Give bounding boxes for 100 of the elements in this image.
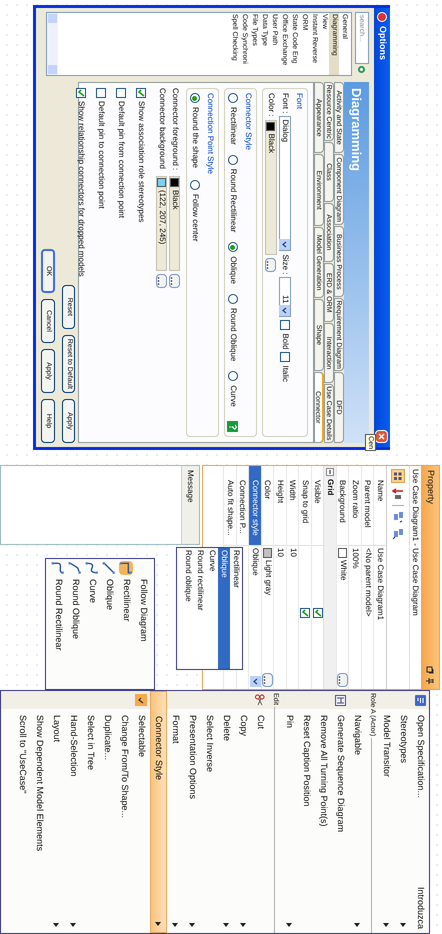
- submenu-arrow-icon: [224, 923, 230, 927]
- help-icon[interactable]: [228, 421, 238, 432]
- color-field[interactable]: (122, 207, 245): [156, 176, 168, 271]
- checkbox[interactable]: [116, 88, 126, 98]
- collapse-icon[interactable]: [392, 528, 404, 540]
- checkbox-label: Default pin to connection point: [96, 101, 107, 209]
- radio-button[interactable]: [228, 154, 238, 165]
- property-name[interactable]: Name: [374, 466, 386, 546]
- submenu-item[interactable]: Rectilinear: [118, 559, 135, 689]
- radio-button[interactable]: [228, 242, 238, 252]
- grid-view-icon[interactable]: [391, 469, 405, 483]
- menu-item[interactable]: Format: [167, 691, 184, 933]
- property-name[interactable]: Parent model: [362, 466, 374, 546]
- checkbox[interactable]: [312, 608, 323, 618]
- browse-button[interactable]: [337, 673, 348, 687]
- section-label: Grid: [325, 479, 336, 496]
- field-label: Font :: [280, 93, 291, 114]
- browse-button[interactable]: [156, 274, 168, 288]
- menu-item[interactable]: Model Transitor: [378, 691, 395, 933]
- radio-button[interactable]: [228, 93, 238, 103]
- checkbox[interactable]: [136, 88, 146, 98]
- menu-item[interactable]: Scroll to "UseCase": [14, 691, 31, 933]
- menu-item[interactable]: Duplicate...: [99, 691, 116, 933]
- browse-button[interactable]: [266, 258, 276, 272]
- menu-item[interactable]: Select Inverse: [201, 691, 218, 933]
- submenu-arrow-icon: [286, 923, 292, 927]
- checkbox-label: Show association role stereotypes: [136, 101, 147, 222]
- pin-icon[interactable]: [426, 677, 434, 685]
- submenu-item[interactable]: Curve: [84, 559, 101, 689]
- property-name[interactable]: Color: [262, 466, 274, 546]
- menu-item[interactable]: Remove All Turning Point(s): [315, 691, 332, 933]
- property-value: 10: [288, 548, 299, 557]
- submenu-item[interactable]: Follow Diagram: [135, 559, 152, 689]
- sort-icon[interactable]: [392, 488, 404, 500]
- checkbox[interactable]: [280, 320, 290, 330]
- connector-style-icon: [68, 561, 82, 575]
- connector-style-icon: [52, 561, 66, 575]
- color-field[interactable]: Black: [170, 176, 180, 271]
- property-value: White: [338, 560, 349, 580]
- dropdown-option[interactable]: Curve: [206, 548, 218, 669]
- menu-item[interactable]: Reset Caption Position: [298, 691, 315, 933]
- radio-button[interactable]: [190, 93, 200, 103]
- dock-icon[interactable]: [426, 666, 434, 674]
- radio-button[interactable]: [228, 371, 238, 382]
- search-icon[interactable]: [358, 65, 366, 74]
- menu-item[interactable]: Selectable: [133, 691, 150, 933]
- menu-item[interactable]: Layout: [48, 691, 65, 933]
- menu-item[interactable]: Open Specification... Introduzca: [412, 691, 428, 933]
- menu-item[interactable]: Cut: [252, 691, 269, 933]
- menu-item[interactable]: Hand-Selection: [65, 691, 82, 933]
- property-name[interactable]: Zoom ratio: [350, 466, 361, 546]
- menu-item[interactable]: Change From/To Shape...: [116, 691, 133, 933]
- property-value: 100%: [350, 548, 362, 568]
- dropdown-option[interactable]: Oblique: [218, 548, 230, 669]
- radio-button[interactable]: [228, 294, 238, 304]
- menu-item[interactable]: Select in Tree: [82, 691, 99, 933]
- dropdown-option[interactable]: Round oblique: [182, 548, 194, 669]
- menu-item[interactable]: Pin: [281, 691, 298, 933]
- dropdown-option[interactable]: Rectilinear: [230, 548, 242, 669]
- property-name[interactable]: Width: [287, 466, 298, 546]
- property-value: 10: [275, 548, 286, 557]
- menu-item[interactable]: Connector Style: [150, 691, 167, 933]
- submenu-item[interactable]: Round Rectilinear: [50, 559, 67, 689]
- specification-icon: [415, 694, 426, 706]
- expand-icon[interactable]: [392, 511, 404, 523]
- menu-item[interactable]: Navigable: [349, 691, 366, 933]
- menu-item[interactable]: Copy: [235, 691, 252, 933]
- submenu-arrow-icon: [240, 923, 246, 927]
- property-name[interactable]: Connector style: [250, 466, 261, 546]
- property-name[interactable]: Visible: [312, 466, 324, 546]
- property-name[interactable]: Connection P...: [237, 466, 248, 546]
- radio-button[interactable]: [190, 180, 200, 190]
- message-tab[interactable]: Message: [181, 466, 199, 544]
- menu-item[interactable]: Delete: [218, 691, 235, 933]
- close-button[interactable]: [376, 430, 388, 443]
- menu-item[interactable]: Generate Sequence Diagram: [332, 691, 349, 933]
- property-name[interactable]: Snap to grid: [300, 466, 311, 546]
- checkbox-label: Italic: [280, 365, 291, 382]
- collapse-toggle[interactable]: [326, 468, 334, 476]
- menu-item[interactable]: Stereotypes: [395, 691, 412, 933]
- size-dropdown[interactable]: 11: [279, 277, 291, 318]
- menu-item[interactable]: Presentation Options: [184, 691, 201, 933]
- checkbox[interactable]: [96, 88, 106, 98]
- submenu-item[interactable]: Round Oblique: [67, 559, 84, 689]
- browse-button[interactable]: [170, 274, 180, 288]
- property-name[interactable]: Background: [337, 466, 348, 546]
- checkbox[interactable]: [76, 88, 86, 98]
- checkbox[interactable]: [280, 352, 290, 362]
- property-name[interactable]: Auto fit shape...: [224, 466, 236, 546]
- panel-title: Property: [424, 470, 437, 504]
- checkbox-label: Default pin from connection point: [116, 101, 127, 218]
- dropdown-option[interactable]: Round rectilinear: [194, 548, 206, 669]
- ellipsis-icon: [170, 277, 174, 285]
- color-field[interactable]: Black: [265, 120, 277, 255]
- property-name[interactable]: Height: [274, 466, 286, 546]
- submenu-arrow-icon: [70, 923, 76, 927]
- checkbox[interactable]: [300, 608, 310, 618]
- font-dropdown[interactable]: Dialog: [279, 116, 291, 252]
- submenu-item[interactable]: Oblique: [101, 559, 118, 689]
- menu-item[interactable]: Show Dependent Model Elements: [31, 691, 48, 933]
